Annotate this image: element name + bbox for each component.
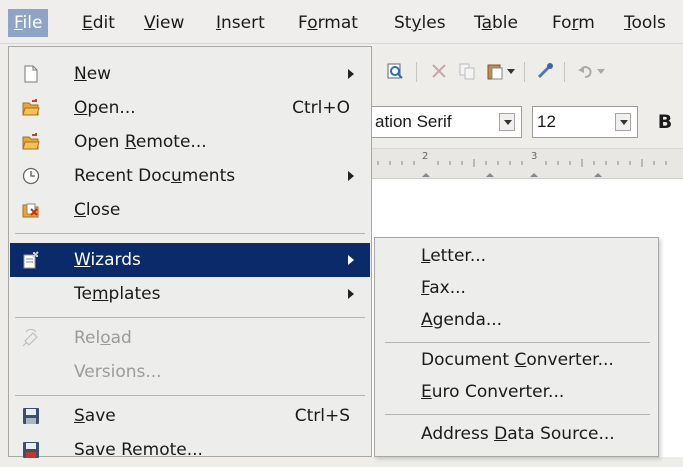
submenu-item-document-converter[interactable]: Document Converter...	[421, 344, 614, 376]
menu-item-recent-documents[interactable]: Recent Documents	[10, 159, 370, 193]
shortcut-label: Ctrl+O	[292, 98, 350, 118]
menu-edit[interactable]: Edit	[76, 9, 121, 37]
clone-formatting-icon[interactable]	[536, 62, 554, 80]
menu-item-versions[interactable]: Versions...	[10, 355, 370, 389]
menu-separator	[15, 317, 365, 318]
open-remote-icon	[22, 133, 40, 150]
menu-form[interactable]: Form	[546, 9, 601, 37]
submenu-arrow-icon	[348, 289, 354, 299]
shortcut-label: Ctrl+S	[294, 406, 350, 426]
paste-dropdown-icon[interactable]	[506, 62, 516, 80]
menu-separator	[385, 414, 650, 415]
wizards-submenu: Letter... Fax... Agenda... Document Conv…	[374, 237, 659, 457]
submenu-item-euro-converter[interactable]: Euro Converter...	[421, 376, 564, 408]
toolbar-separator	[524, 62, 525, 82]
font-name-dropdown-button[interactable]	[499, 113, 515, 131]
file-menu-dropdown: New Open... Ctrl+O Open Remote... Recent…	[8, 46, 372, 460]
menu-item-open-remote[interactable]: Open Remote...	[10, 125, 370, 159]
menu-tools[interactable]: Tools	[618, 9, 672, 37]
menu-item-save-remote[interactable]: Save Remote...	[10, 433, 370, 467]
new-document-icon	[24, 65, 38, 83]
save-remote-icon	[23, 442, 39, 458]
copy-icon[interactable]	[458, 62, 476, 80]
save-icon	[23, 408, 39, 424]
menu-item-wizards[interactable]: Wizards	[10, 243, 370, 277]
wizard-icon	[23, 251, 39, 269]
menu-item-save[interactable]: Save Ctrl+S	[10, 399, 370, 433]
undo-icon[interactable]	[576, 62, 594, 80]
toolbar-separator	[564, 62, 565, 82]
undo-dropdown-icon[interactable]	[596, 62, 606, 80]
menu-item-templates[interactable]: Templates	[10, 277, 370, 311]
menu-file[interactable]: File	[8, 9, 49, 37]
menu-separator	[15, 233, 365, 234]
toolbar-separator	[416, 62, 417, 82]
menu-styles[interactable]: Styles	[388, 9, 452, 37]
menu-separator	[15, 395, 365, 396]
open-folder-icon	[22, 99, 40, 116]
submenu-item-letter[interactable]: Letter...	[421, 240, 486, 272]
menu-view[interactable]: View	[138, 9, 190, 37]
menu-item-close[interactable]: Close	[10, 193, 370, 227]
submenu-item-agenda[interactable]: Agenda...	[421, 304, 502, 336]
reload-icon	[22, 329, 38, 347]
cut-icon[interactable]	[430, 62, 448, 80]
menu-item-reload[interactable]: Reload	[10, 321, 370, 355]
ruler-mark: 3	[531, 151, 538, 162]
submenu-arrow-icon	[348, 255, 354, 265]
close-document-icon	[22, 203, 39, 218]
font-size-combo[interactable]: 12	[532, 106, 638, 138]
paste-icon[interactable]	[486, 62, 504, 80]
print-preview-icon[interactable]	[386, 62, 404, 80]
submenu-arrow-icon	[348, 69, 354, 79]
submenu-item-address-data-source[interactable]: Address Data Source...	[421, 418, 615, 450]
font-size-dropdown-button[interactable]	[615, 113, 631, 131]
menu-table[interactable]: Table	[468, 9, 524, 37]
menu-item-open[interactable]: Open... Ctrl+O	[10, 91, 370, 125]
font-name-combo[interactable]: ation Serif	[370, 106, 522, 138]
menu-item-new[interactable]: New	[10, 57, 370, 91]
bold-button[interactable]: B	[652, 106, 678, 138]
menu-bar: File Edit View Insert Format Styles Tabl…	[0, 0, 683, 44]
submenu-item-fax[interactable]: Fax...	[421, 272, 466, 304]
menu-insert[interactable]: Insert	[210, 9, 271, 37]
ruler-ticks	[377, 159, 667, 177]
clock-icon	[22, 167, 40, 185]
submenu-arrow-icon	[348, 171, 354, 181]
ruler-mark: 2	[422, 151, 429, 162]
menu-format[interactable]: Format	[292, 9, 364, 37]
horizontal-ruler[interactable]: 2 3	[370, 148, 683, 178]
menu-separator	[385, 342, 650, 343]
